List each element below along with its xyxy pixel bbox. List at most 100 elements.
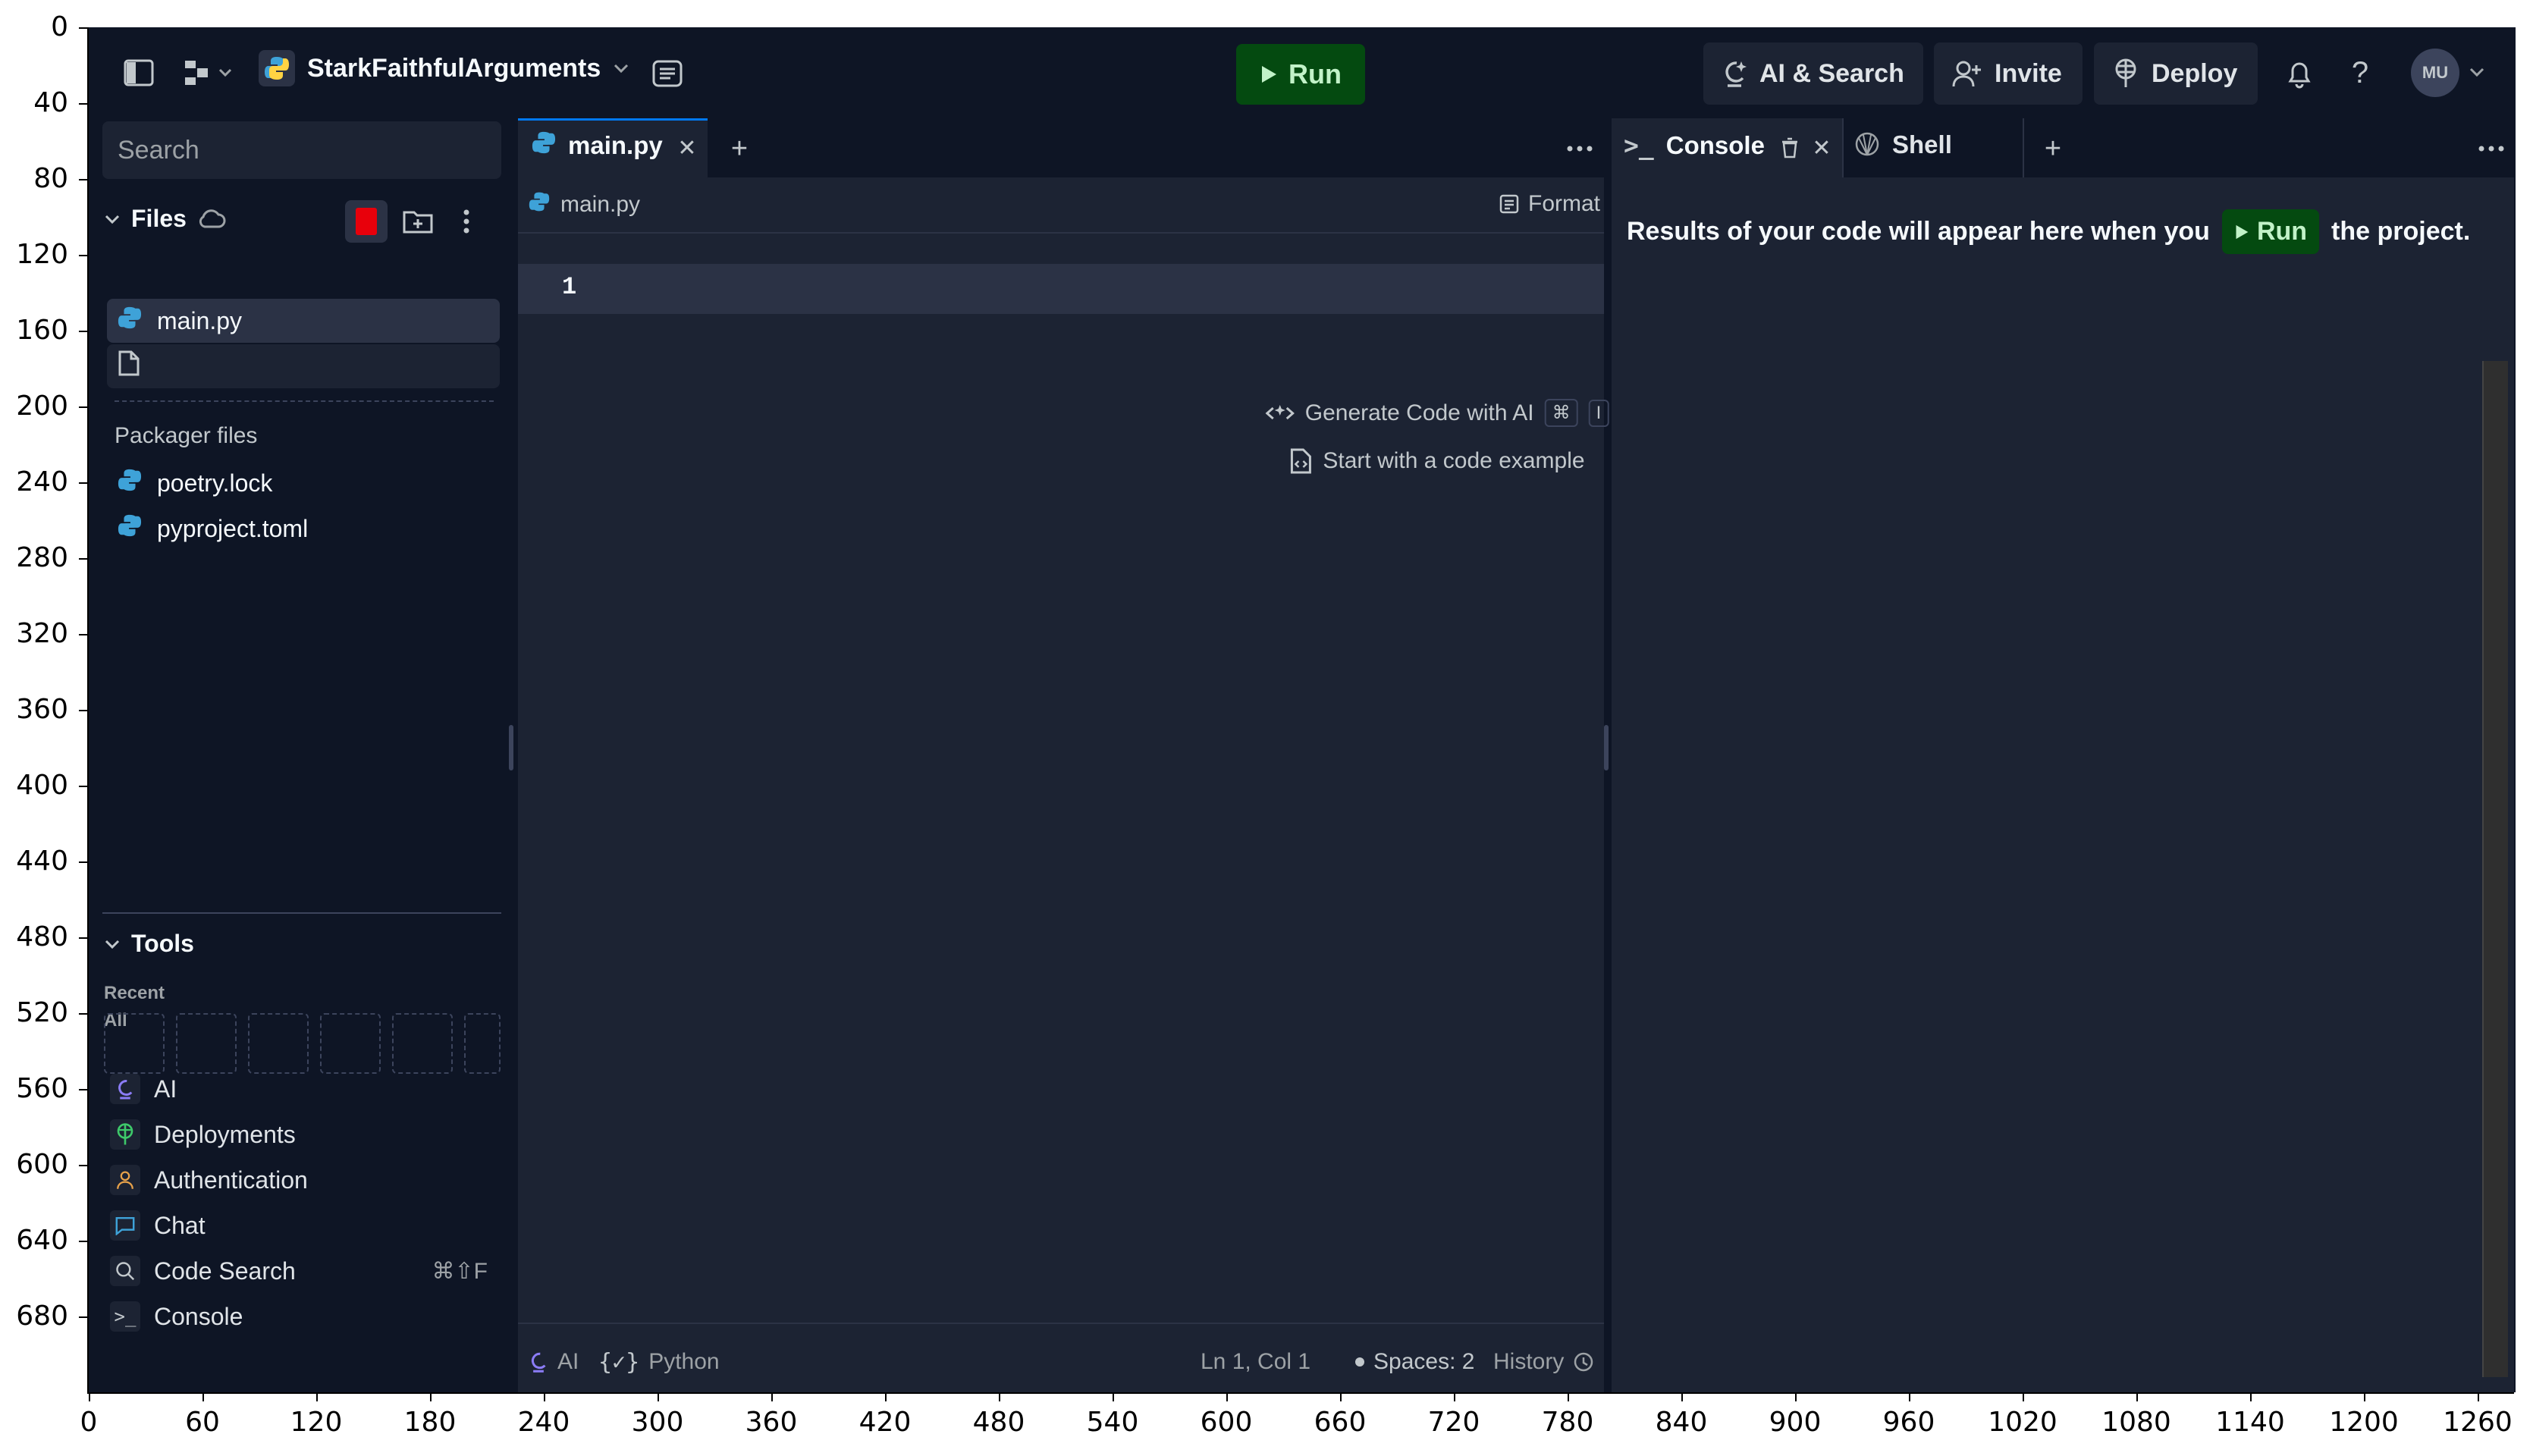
x-axis-tick-label: 600 <box>1200 1407 1253 1438</box>
run-button[interactable]: Run <box>1236 44 1365 105</box>
tool-item-deployments[interactable]: Deployments <box>104 1113 498 1156</box>
tools-divider <box>102 912 501 914</box>
cursor-position[interactable]: Ln 1, Col 1 <box>1201 1341 1310 1383</box>
avatar-chevron-down-icon[interactable] <box>2469 67 2485 77</box>
recent-tool-slot[interactable] <box>248 1013 309 1074</box>
close-console-tab-icon[interactable]: ✕ <box>1809 135 1835 161</box>
keyboard-shortcut: ⌘⇧F <box>432 1258 488 1284</box>
y-axis-tick-label: 600 <box>16 1149 68 1180</box>
tool-item-authentication[interactable]: Authentication <box>104 1159 498 1201</box>
python-icon <box>118 468 142 498</box>
new-folder-icon[interactable] <box>398 202 438 241</box>
chat-icon <box>110 1210 140 1241</box>
y-axis-tick-mark <box>79 482 88 484</box>
y-axis-tick-label: 560 <box>16 1073 68 1104</box>
new-file-icon[interactable] <box>345 200 388 243</box>
generate-code-hint[interactable]: Generate Code with AI ⌘ I <box>1265 399 1609 427</box>
tools-section-header[interactable]: Tools <box>104 930 194 958</box>
python-icon <box>529 191 550 218</box>
invite-button[interactable]: Invite <box>1934 42 2083 105</box>
x-axis-tick-mark <box>430 1392 432 1401</box>
files-section-header[interactable]: Files <box>104 205 226 233</box>
recent-tool-slot[interactable] <box>464 1013 501 1074</box>
close-tab-icon[interactable]: ✕ <box>674 135 700 161</box>
new-console-tab-plus-icon[interactable]: + <box>2038 133 2068 165</box>
x-axis-tick-label: 360 <box>745 1407 798 1438</box>
repl-name: StarkFaithfulArguments <box>307 53 601 83</box>
help-icon[interactable]: ? <box>2341 53 2379 93</box>
x-axis-tick-label: 240 <box>517 1407 570 1438</box>
recent-tool-slot[interactable] <box>320 1013 381 1074</box>
repl-name-button[interactable]: StarkFaithfulArguments <box>259 50 629 86</box>
y-axis-tick-mark <box>79 255 88 256</box>
files-more-options-icon[interactable] <box>451 202 482 241</box>
recent-tool-slot[interactable] <box>104 1013 165 1074</box>
y-axis-tick-mark <box>79 861 88 863</box>
breadcrumb[interactable]: main.py <box>529 191 640 218</box>
toggle-sidebar-icon[interactable] <box>122 56 155 89</box>
console-more-options-icon[interactable] <box>2476 133 2506 164</box>
status-ai-button[interactable]: AI <box>529 1341 579 1383</box>
search-icon <box>110 1256 140 1286</box>
tool-item-chat[interactable]: Chat <box>104 1204 498 1247</box>
tool-label: Chat <box>154 1211 206 1239</box>
pane-resize-handle[interactable] <box>1604 725 1609 770</box>
editor-header-divider <box>518 232 1604 234</box>
x-axis-tick-mark <box>202 1392 204 1401</box>
code-braces-icon: {✓} <box>598 1348 640 1376</box>
tool-item-ai[interactable]: AI <box>104 1068 498 1110</box>
y-axis-tick-label: 40 <box>33 87 68 118</box>
tool-label: Console <box>154 1302 243 1330</box>
workspace-switcher-icon[interactable] <box>183 55 237 91</box>
recent-tool-slot[interactable] <box>176 1013 237 1074</box>
code-input[interactable] <box>594 270 1580 308</box>
notifications-bell-icon[interactable] <box>2280 55 2318 93</box>
ai-search-button[interactable]: AI & Search <box>1703 42 1923 105</box>
file-code-icon <box>1290 448 1311 474</box>
x-axis-tick-mark <box>2136 1392 2138 1401</box>
format-icon <box>1499 194 1519 214</box>
x-axis-tick-mark <box>2250 1392 2252 1401</box>
x-axis-tick-mark <box>1681 1392 1683 1401</box>
x-axis-tick-label: 420 <box>858 1407 912 1438</box>
inline-run-button[interactable]: Run <box>2221 209 2320 254</box>
y-axis-tick-label: 0 <box>51 11 68 42</box>
sidebar-resize-handle[interactable] <box>509 725 513 770</box>
console-pane: >_ Console ✕ Shell + Results of your cod… <box>1612 118 2514 1392</box>
terminal-icon: >_ <box>1624 130 1654 160</box>
y-axis-tick-mark <box>79 1241 88 1242</box>
y-axis-tick-mark <box>79 558 88 560</box>
command-key-badge: ⌘ <box>1544 399 1578 427</box>
y-axis-tick-label: 80 <box>33 163 68 194</box>
file-item-main-py[interactable]: main.py <box>107 299 500 343</box>
packager-files-heading: Packager files <box>115 423 258 448</box>
ai-icon <box>1725 61 1747 87</box>
code-example-hint[interactable]: Start with a code example <box>1289 447 1585 475</box>
deploy-button[interactable]: Deploy <box>2094 42 2258 105</box>
indentation-setting[interactable]: Spaces: 2 <box>1355 1341 1474 1383</box>
console-scrollbar[interactable] <box>2482 361 2508 1377</box>
x-axis-tick-mark <box>771 1392 773 1401</box>
new-tab-plus-icon[interactable]: + <box>724 133 755 165</box>
y-axis-tick-label: 360 <box>16 694 68 725</box>
file-item-pyproject-toml[interactable]: pyproject.toml <box>107 507 500 551</box>
editor-more-options-icon[interactable] <box>1565 133 1595 164</box>
y-axis-tick-label: 680 <box>16 1301 68 1332</box>
file-history-icon[interactable] <box>648 55 686 93</box>
format-button[interactable]: Format <box>1499 191 1600 217</box>
search-input[interactable]: Search <box>102 121 501 179</box>
avatar[interactable]: MU <box>2411 49 2459 97</box>
clear-console-trash-icon[interactable] <box>1777 135 1803 161</box>
x-axis-tick-label: 660 <box>1314 1407 1367 1438</box>
history-button[interactable]: History <box>1493 1341 1594 1383</box>
recent-tool-slot[interactable] <box>392 1013 453 1074</box>
file-item-new[interactable] <box>107 344 500 388</box>
tool-item-code-search[interactable]: Code Search ⌘⇧F <box>104 1250 498 1292</box>
language-indicator[interactable]: {✓} Python <box>598 1341 720 1383</box>
x-axis-tick-mark <box>658 1392 659 1401</box>
python-icon <box>118 306 142 336</box>
y-axis-tick-mark <box>79 406 88 408</box>
tool-item-console[interactable]: >_ Console <box>104 1295 498 1338</box>
file-item-poetry-lock[interactable]: poetry.lock <box>107 461 500 505</box>
play-icon <box>1262 66 1276 83</box>
